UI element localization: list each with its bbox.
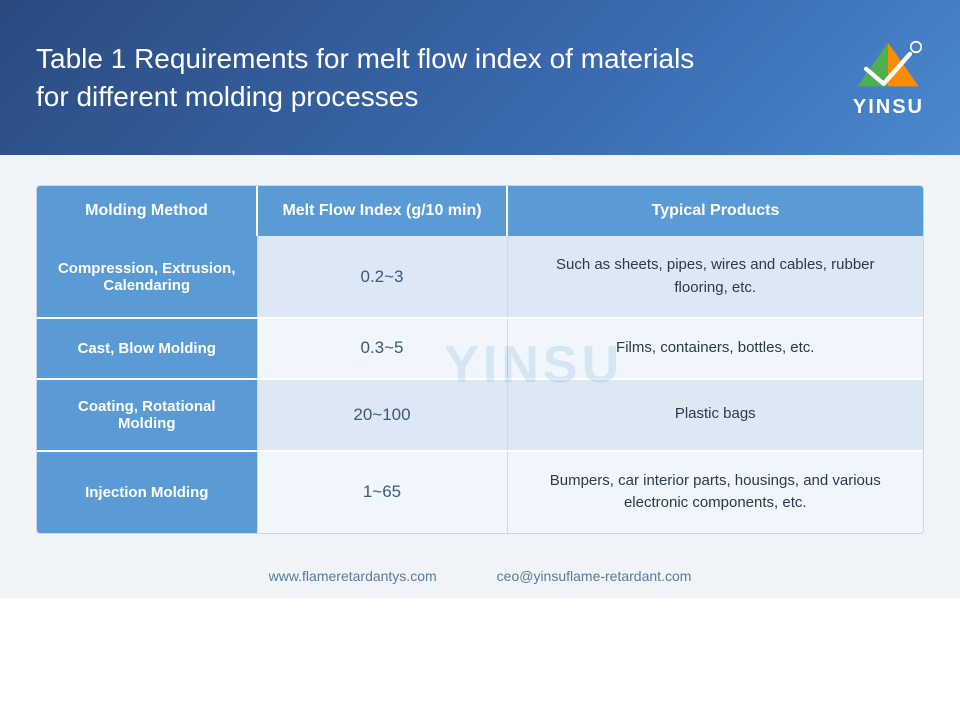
cell-products: Bumpers, car interior parts, housings, a… xyxy=(507,451,923,533)
footer: www.flameretardantys.com ceo@yinsuflame-… xyxy=(0,554,960,598)
cell-method: Coating, Rotational Molding xyxy=(37,379,257,451)
col-header-method: Molding Method xyxy=(37,186,257,236)
cell-method: Injection Molding xyxy=(37,451,257,533)
cell-products: Such as sheets, pipes, wires and cables,… xyxy=(507,236,923,318)
table-row: Injection Molding1~65Bumpers, car interi… xyxy=(37,451,923,533)
cell-mfi: 0.3~5 xyxy=(257,318,507,379)
cell-products: Films, containers, bottles, etc. xyxy=(507,318,923,379)
cell-products: Plastic bags xyxy=(507,379,923,451)
footer-website: www.flameretardantys.com xyxy=(269,568,437,584)
col-header-products: Typical Products xyxy=(507,186,923,236)
table-row: Cast, Blow Molding0.3~5Films, containers… xyxy=(37,318,923,379)
logo-text: YINSU xyxy=(853,96,924,119)
table-container: YINSU Molding Method Melt Flow Index (g/… xyxy=(36,185,924,534)
header: Table 1 Requirements for melt flow index… xyxy=(0,0,960,155)
data-table: Molding Method Melt Flow Index (g/10 min… xyxy=(37,186,923,533)
main-content: YINSU Molding Method Melt Flow Index (g/… xyxy=(0,155,960,554)
cell-mfi: 20~100 xyxy=(257,379,507,451)
cell-method: Cast, Blow Molding xyxy=(37,318,257,379)
footer-email: ceo@yinsuflame-retardant.com xyxy=(497,568,692,584)
page-title: Table 1 Requirements for melt flow index… xyxy=(36,40,716,116)
cell-method: Compression, Extrusion, Calendaring xyxy=(37,236,257,318)
table-wrapper: Molding Method Melt Flow Index (g/10 min… xyxy=(36,185,924,534)
cell-mfi: 0.2~3 xyxy=(257,236,507,318)
logo-icon xyxy=(853,37,923,92)
table-row: Compression, Extrusion, Calendaring0.2~3… xyxy=(37,236,923,318)
table-row: Coating, Rotational Molding20~100Plastic… xyxy=(37,379,923,451)
logo: YINSU xyxy=(853,37,924,119)
table-header-row: Molding Method Melt Flow Index (g/10 min… xyxy=(37,186,923,236)
cell-mfi: 1~65 xyxy=(257,451,507,533)
col-header-mfi: Melt Flow Index (g/10 min) xyxy=(257,186,507,236)
